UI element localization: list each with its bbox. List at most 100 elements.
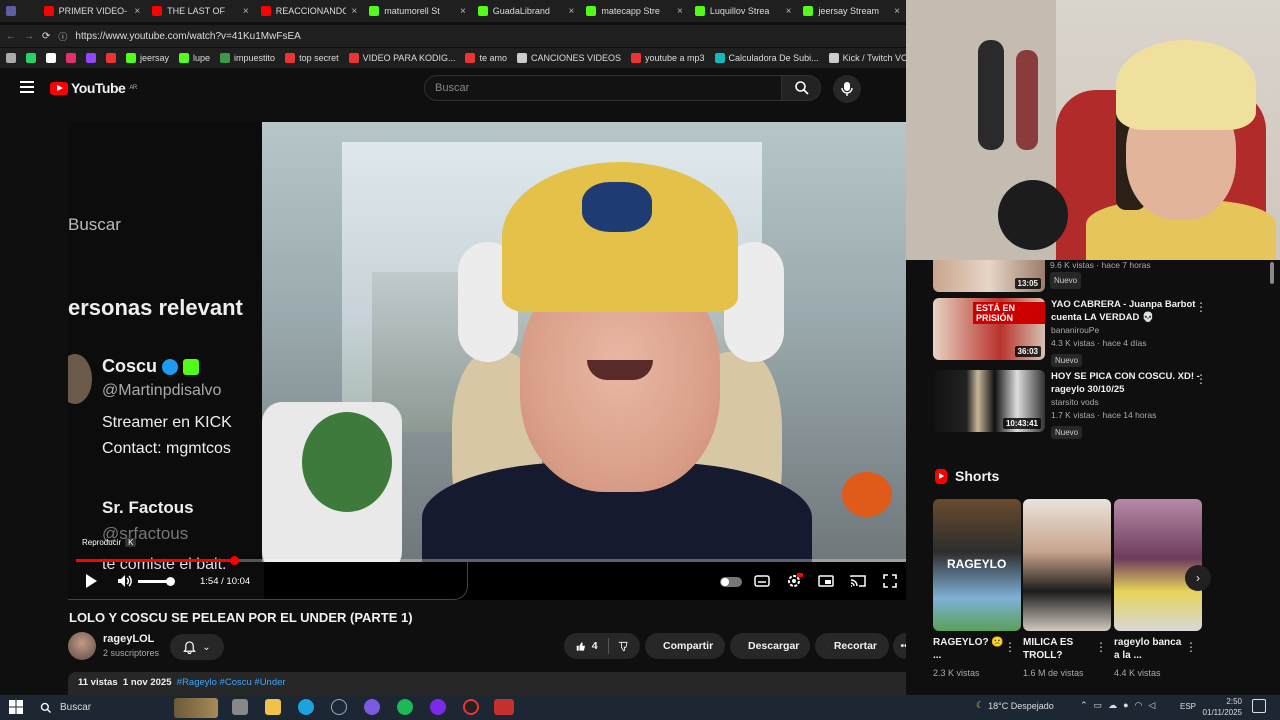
bookmark-item[interactable]: VIDEO PARA KODIG... [348, 53, 455, 63]
chevron-down-icon: ⌄ [202, 641, 211, 653]
volume-handle[interactable] [166, 577, 175, 586]
video-player[interactable]: Buscar ersonas relevant Coscu @Martinpdi… [68, 122, 918, 600]
canva-icon[interactable] [430, 699, 446, 715]
file-explorer-icon[interactable] [265, 699, 281, 715]
browser-tab[interactable]: GuadaLibrand × [472, 0, 581, 22]
clock[interactable]: 2:50 01/11/2025 [1200, 696, 1242, 718]
forward-icon[interactable]: → [24, 31, 34, 42]
taskbar-search[interactable]: Buscar [34, 697, 218, 718]
cast-icon[interactable] [849, 572, 867, 590]
site-info-icon[interactable]: ⓘ [58, 30, 67, 43]
more-icon[interactable]: ⋮ [1004, 640, 1016, 654]
related-video-thumbnail[interactable]: 13:05 [933, 260, 1045, 292]
browser-tab[interactable]: Luquillov Strea × [689, 0, 798, 22]
channel-avatar[interactable] [68, 632, 96, 660]
browser-tab[interactable]: REACCIONANDO a × [255, 0, 364, 22]
fullscreen-icon[interactable] [881, 572, 899, 590]
youtube-logo[interactable]: YouTube AR [50, 80, 137, 96]
bookmark-icon[interactable] [106, 53, 116, 63]
bookmark-icon[interactable] [26, 53, 36, 63]
bookmark-item[interactable]: jeersay [126, 53, 169, 63]
description-box[interactable]: 11 vistas 1 nov 2025 #Rageylo #Coscu #Un… [68, 672, 918, 696]
menu-icon[interactable] [20, 81, 34, 93]
close-tab-icon[interactable]: × [677, 6, 683, 17]
bookmark-icon[interactable] [6, 53, 16, 63]
bookmark-item[interactable]: CANCIONES VIDEOS [516, 53, 621, 63]
short-thumbnail[interactable]: RAGEYLO [933, 499, 1021, 631]
bookmark-item[interactable]: Calculadora De Subi... [714, 53, 819, 63]
bookmark-icon[interactable] [86, 53, 96, 63]
close-tab-icon[interactable]: × [351, 6, 357, 17]
close-tab-icon[interactable]: × [786, 6, 792, 17]
spotify-icon[interactable] [397, 699, 413, 715]
play-icon[interactable] [82, 572, 100, 590]
notifications-button[interactable]: ⌄ [170, 634, 224, 660]
bookmark-icon[interactable] [66, 53, 76, 63]
thumbs-down-icon[interactable] [618, 640, 628, 653]
autoplay-toggle[interactable] [720, 577, 742, 587]
steam-icon[interactable] [331, 699, 347, 715]
browser-tab[interactable]: matumorell St × [363, 0, 472, 22]
close-tab-icon[interactable]: × [134, 6, 140, 17]
browser-tab[interactable]: THE LAST OF × [146, 0, 255, 22]
task-view-icon[interactable] [232, 699, 248, 715]
weather-widget[interactable]: ☾ 18°C Despejado [976, 700, 1054, 711]
reload-icon[interactable]: ⟳ [42, 31, 50, 42]
browser-tab[interactable] [0, 0, 38, 22]
like-dislike-button[interactable]: 4 [564, 633, 640, 659]
download-button[interactable]: Descargar [730, 633, 810, 659]
share-button[interactable]: Compartir [645, 633, 725, 659]
video-app-icon[interactable] [494, 699, 514, 715]
short-thumbnail[interactable] [1023, 499, 1111, 631]
system-tray[interactable]: ⌃ ▭ ☁ ● ◠ ◁ [1080, 700, 1155, 711]
obs-icon[interactable] [463, 699, 479, 715]
bookmark-item[interactable]: te amo [465, 53, 507, 63]
close-tab-icon[interactable]: × [894, 6, 900, 17]
close-tab-icon[interactable]: × [243, 6, 249, 17]
miniplayer-icon[interactable] [817, 572, 835, 590]
short-title[interactable]: RAGEYLO? 😕 ... [933, 636, 1007, 662]
browser-tab[interactable]: jeersay Stream × [797, 0, 906, 22]
shorts-next-button[interactable]: › [1185, 565, 1211, 591]
address-bar[interactable]: ← → ⟳ ⓘ https://www.youtube.com/watch?v=… [0, 25, 906, 47]
bookmark-item[interactable]: top secret [285, 53, 339, 63]
language-indicator[interactable]: ESP [1180, 702, 1196, 711]
more-icon[interactable]: ⋮ [1195, 372, 1207, 386]
back-icon[interactable]: ← [6, 31, 16, 42]
more-icon[interactable]: ⋮ [1195, 300, 1207, 314]
edge-icon[interactable] [298, 699, 314, 715]
close-tab-icon[interactable]: × [460, 6, 466, 17]
short-title[interactable]: rageylo banca a la ... [1114, 636, 1188, 662]
clip-button[interactable]: Recortar [815, 633, 889, 659]
url-text[interactable]: https://www.youtube.com/watch?v=41Ku1MwF… [75, 31, 300, 42]
related-video-thumbnail[interactable]: ESTÁ EN PRISIÓN 36:03 [933, 298, 1045, 360]
windows-start-icon[interactable] [9, 700, 23, 714]
voice-search-button[interactable] [833, 75, 861, 103]
search-input[interactable]: Buscar [424, 75, 782, 101]
thumbs-up-icon[interactable] [576, 640, 586, 653]
close-tab-icon[interactable]: × [569, 6, 575, 17]
related-video-meta[interactable]: 9.6 K vistas · hace 7 horas Nuevo [1050, 259, 1151, 289]
bookmark-item[interactable]: impuestito [220, 53, 275, 63]
short-title[interactable]: MILICA ES TROLL? [1023, 636, 1097, 662]
subtitles-icon[interactable] [753, 572, 771, 590]
bookmark-item[interactable]: Kick / Twitch VOD [828, 53, 906, 63]
more-icon[interactable]: ⋮ [1095, 640, 1107, 654]
notifications-icon[interactable] [1252, 699, 1266, 713]
related-video-thumbnail[interactable]: 10:43:41 [933, 370, 1045, 432]
more-icon[interactable]: ⋮ [1185, 640, 1197, 654]
related-video[interactable]: ESTÁ EN PRISIÓN 36:03 YAO CABRERA - Juan… [933, 298, 1207, 368]
bookmark-item[interactable]: lupe [179, 53, 210, 63]
volume-icon[interactable] [116, 572, 134, 590]
search-button[interactable] [781, 75, 821, 101]
settings-icon[interactable] [785, 572, 803, 590]
channel-name[interactable]: rageyLOL [103, 633, 154, 645]
sidebar-scrollbar[interactable] [1270, 262, 1274, 284]
related-video[interactable]: 10:43:41 HOY SE PICA CON COSCU. XD! - ra… [933, 370, 1207, 440]
bookmark-icon[interactable] [46, 53, 56, 63]
browser-tab[interactable]: matecapp Stre × [580, 0, 689, 22]
short-thumbnail[interactable] [1114, 499, 1202, 631]
bookmark-item[interactable]: youtube a mp3 [631, 53, 705, 63]
browser-tab[interactable]: PRIMER VIDEO- vid × [38, 0, 147, 22]
discord-icon[interactable] [364, 699, 380, 715]
